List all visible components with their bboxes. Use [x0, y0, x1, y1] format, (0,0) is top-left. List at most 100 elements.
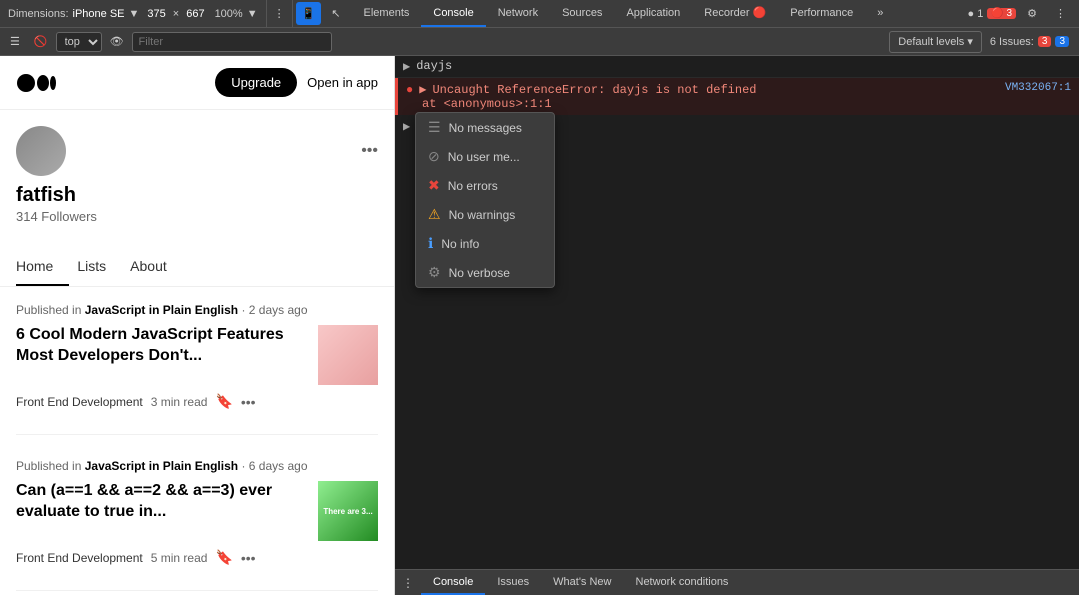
- bookmark-icon[interactable]: 🔖: [215, 549, 232, 566]
- sidebar-toggle-button[interactable]: ☰: [4, 31, 26, 53]
- article-title[interactable]: Can (a==1 && a==2 && a==3) ever evaluate…: [16, 481, 306, 523]
- bottom-tab-issues[interactable]: Issues: [485, 570, 541, 595]
- clear-button[interactable]: 🚫: [28, 31, 54, 53]
- profile-more-button[interactable]: •••: [361, 142, 378, 160]
- publication-name: JavaScript in Plain English: [85, 303, 238, 317]
- console-input-entry: ▶ dayjs: [395, 56, 1079, 78]
- profile-followers: 314 Followers: [16, 209, 378, 224]
- width-value: 375: [147, 8, 165, 20]
- error-badge: 🔴 3: [987, 8, 1016, 19]
- read-time: 3 min read: [151, 395, 208, 409]
- eye-button[interactable]: 👁: [104, 31, 130, 53]
- open-in-app-button[interactable]: Open in app: [307, 75, 378, 90]
- list-item: Published in JavaScript in Plain English…: [16, 303, 378, 410]
- error-message: Uncaught ReferenceError: dayjs is not de…: [432, 83, 756, 97]
- tab-sources[interactable]: Sources: [550, 0, 614, 27]
- toolbar-right: ● 1 🔴 3 ⚙ ⋮: [968, 7, 1079, 20]
- console-input-text: dayjs: [416, 59, 1071, 73]
- tab-about[interactable]: About: [130, 248, 183, 286]
- console-prompt-arrow: ▶: [403, 59, 410, 74]
- top-level-selector[interactable]: top: [56, 32, 102, 52]
- tab-more[interactable]: »: [865, 0, 895, 27]
- bottom-tab-network-conditions[interactable]: Network conditions: [624, 570, 741, 595]
- dropdown-no-errors[interactable]: ✖ No errors: [416, 171, 554, 200]
- cursor-button[interactable]: ↖: [324, 0, 347, 27]
- tab-recorder[interactable]: Recorder 🔴: [692, 0, 778, 27]
- tab-lists[interactable]: Lists: [77, 248, 122, 286]
- zoom-dropdown-icon[interactable]: ▼: [247, 8, 258, 20]
- article-more-button[interactable]: •••: [241, 394, 256, 410]
- console-input-chevron: ▶: [403, 119, 410, 134]
- dropdown-no-warnings[interactable]: ⚠ No warnings: [416, 200, 554, 229]
- article-meta: Published in JavaScript in Plain English…: [16, 459, 378, 473]
- error-icon: ●: [406, 83, 413, 97]
- tab-performance[interactable]: Performance: [778, 0, 865, 27]
- filter-input[interactable]: [132, 32, 332, 52]
- tab-console[interactable]: Console: [421, 0, 485, 27]
- article-meta: Published in JavaScript in Plain English…: [16, 303, 378, 317]
- upgrade-button[interactable]: Upgrade: [215, 68, 297, 97]
- list-item: Published in JavaScript in Plain English…: [16, 459, 378, 566]
- issues-blue-badge: 3: [1055, 36, 1069, 47]
- bottom-tab-whats-new[interactable]: What's New: [541, 570, 623, 595]
- error-expand-arrow[interactable]: ▶: [419, 82, 426, 97]
- dot-indicator: ● 1: [968, 8, 984, 20]
- default-levels-label: Default levels: [898, 36, 964, 48]
- device-dropdown-icon[interactable]: ▼: [129, 8, 140, 20]
- dropdown-no-info[interactable]: ℹ No info: [416, 229, 554, 258]
- tab-elements[interactable]: Elements: [352, 0, 422, 27]
- article-row: 6 Cool Modern JavaScript Features Most D…: [16, 325, 378, 385]
- tab-network[interactable]: Network: [486, 0, 550, 27]
- article-divider: [16, 434, 378, 435]
- device-emulation-button[interactable]: 📱: [296, 2, 322, 25]
- error-source-link[interactable]: VM332067:1: [1005, 82, 1071, 94]
- bottom-tab-console[interactable]: Console: [421, 570, 485, 595]
- read-time: 5 min read: [151, 551, 208, 565]
- devtools-tabs: Elements Console Network Sources Applica…: [352, 0, 896, 27]
- avatar: [16, 126, 66, 176]
- article-tag: Front End Development: [16, 551, 143, 565]
- article-title[interactable]: 6 Cool Modern JavaScript Features Most D…: [16, 325, 306, 367]
- no-verbose-label: No verbose: [449, 266, 510, 280]
- article-thumbnail: [318, 325, 378, 385]
- no-info-label: No info: [441, 237, 479, 251]
- info-icon: ℹ: [428, 235, 433, 252]
- dropdown-no-messages[interactable]: ☰ No messages: [416, 113, 554, 142]
- tab-application[interactable]: Application: [614, 0, 692, 27]
- article-tag: Front End Development: [16, 395, 143, 409]
- issues-count-display: 6 Issues: 3 3: [984, 36, 1075, 48]
- more-devtools-button[interactable]: ⋮: [1048, 7, 1073, 20]
- article-more-button[interactable]: •••: [241, 550, 256, 566]
- verbose-icon: ⚙: [428, 264, 441, 281]
- publication-name: JavaScript in Plain English: [85, 459, 238, 473]
- articles-list: Published in JavaScript in Plain English…: [0, 287, 394, 595]
- default-levels-chevron: ▾: [967, 35, 973, 48]
- bottom-panel-toggle[interactable]: ⋮: [395, 570, 421, 595]
- console-error-block: ● ▶ Uncaught ReferenceError: dayjs is no…: [395, 78, 1079, 115]
- article-footer: Front End Development 5 min read 🔖 •••: [16, 549, 378, 566]
- dropdown-no-verbose[interactable]: ⚙ No verbose: [416, 258, 554, 287]
- time-ago: 6 days ago: [249, 459, 308, 473]
- medium-logo: [16, 71, 56, 95]
- medium-logo-svg: [16, 71, 56, 95]
- dimensions-label: Dimensions:: [8, 8, 69, 20]
- mobile-header: Upgrade Open in app: [0, 56, 394, 110]
- height-value: 667: [186, 8, 204, 20]
- profile-top: •••: [16, 126, 378, 176]
- errors-icon: ✖: [428, 177, 440, 194]
- no-messages-label: No messages: [449, 121, 522, 135]
- issues-red-badge: 3: [1038, 36, 1052, 47]
- messages-icon: ☰: [428, 119, 441, 136]
- time-ago: 2 days ago: [249, 303, 308, 317]
- settings-button[interactable]: ⚙: [1020, 7, 1044, 20]
- main-content: Upgrade Open in app ••• fatfish 314 Foll…: [0, 56, 1079, 595]
- device-selector[interactable]: iPhone SE: [73, 8, 125, 20]
- bookmark-icon[interactable]: 🔖: [215, 393, 232, 410]
- no-user-messages-label: No user me...: [448, 150, 520, 164]
- tab-home[interactable]: Home: [16, 248, 69, 286]
- dropdown-no-user-messages[interactable]: ⊘ No user me...: [416, 142, 554, 171]
- no-warnings-label: No warnings: [449, 208, 516, 222]
- more-options-button[interactable]: ⋮: [267, 0, 292, 27]
- zoom-selector[interactable]: 100%: [215, 8, 243, 20]
- default-levels-button[interactable]: Default levels ▾: [889, 31, 982, 53]
